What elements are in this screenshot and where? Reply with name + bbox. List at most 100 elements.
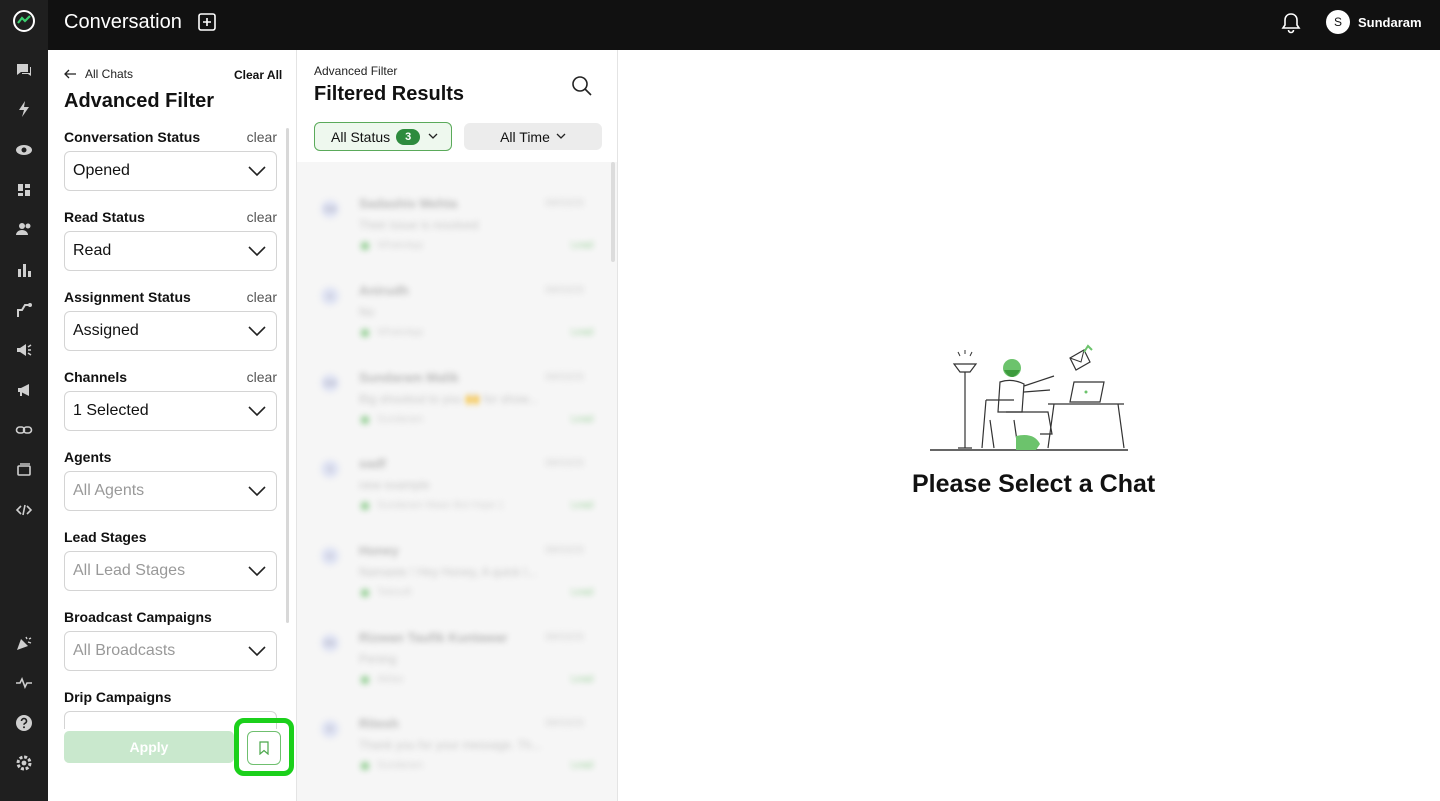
conversation-status-filter: Conversation Status clear Opened [64,129,277,191]
agents-select[interactable]: All Agents [64,471,277,511]
list-item[interactable]: SM Sadashiv Mehta 09/03/25 Their issue i… [297,176,611,262]
flows-icon[interactable] [14,300,34,320]
party-icon[interactable] [14,633,34,653]
channels-select[interactable]: 1 Selected [64,391,277,431]
lead-tag: Lead [571,327,594,338]
top-bar: Conversation S Sundaram [48,0,1440,50]
channel-icon [361,502,369,510]
app-logo-icon[interactable] [12,9,36,33]
filter-label: Drip Campaigns [64,689,172,705]
chats-icon[interactable] [14,60,34,80]
message-date: 09/03/25 [545,285,584,296]
results-header: Advanced Filter Filtered Results All Sta… [297,50,617,162]
conversation-status-select[interactable]: Opened [64,151,277,191]
clear-button[interactable]: clear [247,209,277,225]
list-item[interactable]: S sadf 08/03/25 new example Sundaram Maa… [297,436,611,522]
contact-name: Sundaram Malik [359,370,459,385]
clear-button[interactable]: clear [247,369,277,385]
list-item[interactable]: H Honey 08/03/25 Namaste ! Hey Honey, A … [297,523,611,609]
link-icon[interactable] [14,420,34,440]
list-item[interactable]: A Anirudh 09/03/25 No WhatsApp Lead [297,263,611,349]
status-pill-label: All Status [331,128,391,145]
channel-icon [361,676,369,684]
back-to-all-chats-link[interactable]: All Chats [63,67,133,81]
channel-icon [361,762,369,770]
empty-state-illustration [930,344,1128,451]
clear-button[interactable]: clear [247,129,277,145]
code-icon[interactable] [14,500,34,520]
results-scrollbar[interactable] [611,162,615,262]
avatar: SM [321,374,339,392]
filter-title: Advanced Filter [64,90,215,112]
lead-tag: Lead [571,500,594,511]
lead-stages-filter: Lead Stages All Lead Stages [64,529,277,591]
filter-label: Channels [64,369,128,385]
apply-button[interactable]: Apply [64,731,234,763]
channels-filter: Channels clear 1 Selected [64,369,277,431]
select-value: 1 Selected [73,402,149,419]
settings-icon[interactable] [14,753,34,773]
filter-label: Agents [64,449,112,465]
read-status-select[interactable]: Read [64,231,277,271]
list-item[interactable]: SM Sundaram Malik 09/03/25 Big shoutout … [297,350,611,436]
filter-label: Broadcast Campaigns [64,609,212,625]
arrow-left-icon [64,69,76,79]
chevron-down-icon [556,133,566,139]
bookmark-icon [259,741,269,755]
message-preview: new example [359,478,430,492]
channel-name: Sundaram Maan Bot Hope 1 [377,500,504,511]
list-item[interactable]: R Ritesh 08/03/25 Thank you for your mes… [297,696,611,782]
message-preview: Pening [359,652,397,666]
empty-state-message: Please Select a Chat [912,470,1156,498]
clear-button[interactable]: clear [247,289,277,305]
contacts-icon[interactable] [14,219,34,239]
message-preview: Their issue is resolved [359,218,479,232]
channel-icon [361,589,369,597]
avatar: R [321,720,339,738]
back-link-label: All Chats [85,67,134,81]
channel-name: WhatsApp [377,327,424,338]
message-date: 08/03/25 [545,458,584,469]
new-conversation-icon[interactable] [198,13,216,31]
message-date: 08/03/25 [545,545,584,556]
eye-icon[interactable] [14,140,34,160]
chevron-down-icon [248,566,266,577]
dashboard-icon[interactable] [14,180,34,200]
analytics-icon[interactable] [14,260,34,280]
channel-name: Telesoft [377,587,412,598]
campaign-icon[interactable] [14,380,34,400]
search-icon[interactable] [571,75,593,97]
activity-icon[interactable] [14,673,34,693]
assignment-status-filter: Assignment Status clear Assigned [64,289,277,351]
templates-icon[interactable] [14,460,34,480]
list-item[interactable]: RK Rizwan Taufik Kuntawar 08/03/25 Penin… [297,610,611,696]
chevron-down-icon [248,646,266,657]
lightning-icon[interactable] [14,99,34,119]
lead-stages-select[interactable]: All Lead Stages [64,551,277,591]
message-preview: Namaste ! Hey Honey, A quick I... [359,565,537,579]
chevron-down-icon [248,406,266,417]
time-filter-pill[interactable]: All Time [464,123,602,150]
notification-bell-icon[interactable] [1280,11,1302,35]
clear-all-button[interactable]: Clear All [234,68,282,82]
results-subtitle: Advanced Filter [314,64,398,78]
filtered-results-panel: Advanced Filter Filtered Results All Sta… [297,50,618,801]
status-filter-pill[interactable]: All Status 3 [314,122,452,151]
assignment-status-select[interactable]: Assigned [64,311,277,351]
user-name[interactable]: Sundaram [1358,15,1422,30]
message-date: 09/03/25 [545,198,584,209]
channel-name: Sundaram [377,414,424,425]
message-preview: Big shoutout to you 🙌 for show... [359,392,539,406]
message-preview: Thank you for your message. Th... [359,738,542,752]
help-icon[interactable] [14,713,34,733]
select-value: Opened [73,162,130,179]
lead-tag: Lead [571,674,594,685]
chevron-down-icon [248,486,266,497]
contact-name: Ritesh [359,716,399,731]
save-filter-button[interactable] [247,731,281,765]
channel-icon [361,329,369,337]
user-avatar[interactable]: S [1326,10,1350,34]
filter-scrollbar[interactable] [286,128,289,623]
broadcast-icon[interactable] [14,340,34,360]
broadcast-campaigns-select[interactable]: All Broadcasts [64,631,277,671]
